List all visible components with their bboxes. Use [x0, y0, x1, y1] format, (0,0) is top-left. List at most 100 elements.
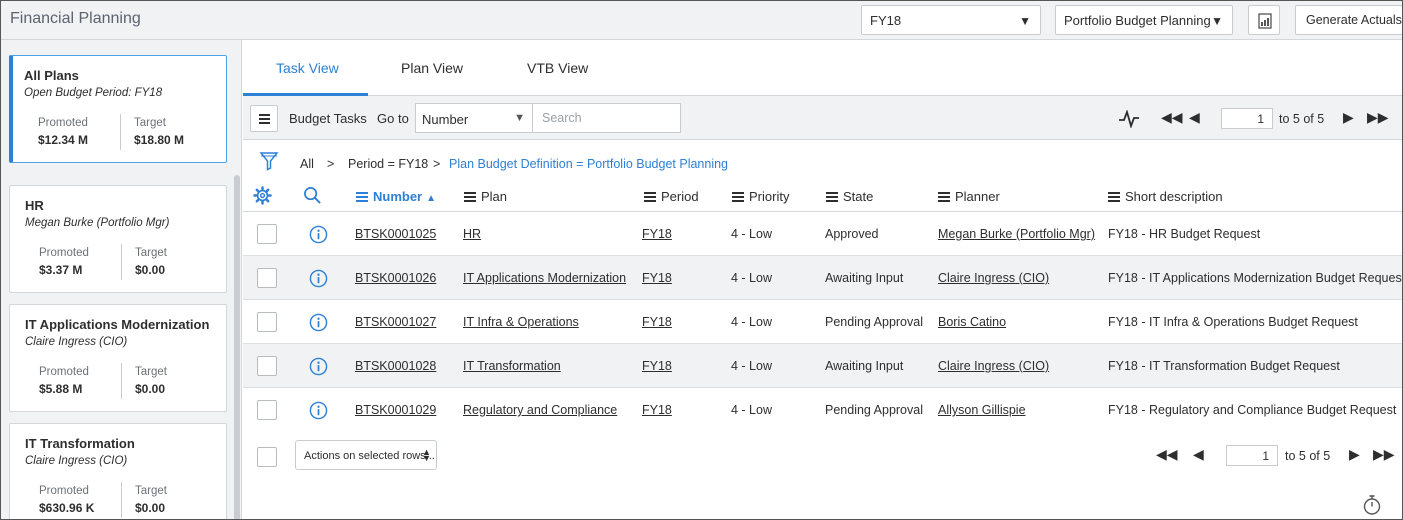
target-label: Target	[134, 117, 166, 129]
column-header-planner[interactable]: Planner	[938, 189, 1000, 204]
cell-state: Awaiting Input	[825, 271, 904, 285]
page-number-input[interactable]: 1	[1221, 108, 1273, 129]
caret-down-icon: ▼	[514, 112, 525, 124]
info-icon[interactable]	[309, 225, 328, 244]
actions-select[interactable]: Actions on selected rows... ▲ ▼	[295, 440, 437, 470]
first-page-icon[interactable]: ◀◀	[1156, 446, 1178, 463]
column-header-plan[interactable]: Plan	[464, 189, 507, 204]
cell-plan[interactable]: Regulatory and Compliance	[463, 403, 617, 417]
cell-planner[interactable]: Claire Ingress (CIO)	[938, 359, 1049, 373]
last-page-icon[interactable]: ▶▶	[1373, 446, 1395, 463]
card-divider	[120, 114, 121, 150]
stopwatch-icon[interactable]	[1362, 494, 1382, 516]
column-header-number[interactable]: Number ▲	[356, 189, 436, 204]
cell-planner[interactable]: Allyson Gillispie	[938, 403, 1026, 417]
table-row[interactable]: BTSK0001029 Regulatory and Compliance FY…	[243, 388, 1402, 432]
row-checkbox[interactable]	[257, 356, 277, 376]
column-header-period[interactable]: Period	[644, 189, 699, 204]
first-page-icon[interactable]: ◀◀	[1161, 109, 1183, 126]
target-label: Target	[135, 485, 167, 497]
table-row[interactable]: BTSK0001028 IT Transformation FY18 4 - L…	[243, 344, 1402, 388]
plan-card-it-transformation[interactable]: IT Transformation Claire Ingress (CIO) P…	[9, 423, 227, 519]
cell-period[interactable]: FY18	[642, 227, 672, 241]
previous-page-icon[interactable]: ◀	[1189, 109, 1200, 126]
cell-number[interactable]: BTSK0001028	[355, 359, 436, 373]
cell-planner[interactable]: Megan Burke (Portfolio Mgr)	[938, 227, 1095, 241]
plan-select[interactable]: Portfolio Budget Planning ▼	[1055, 5, 1233, 35]
breadcrumb-all[interactable]: All	[300, 157, 314, 171]
period-select[interactable]: FY18 ▼	[861, 5, 1041, 35]
cell-state: Pending Approval	[825, 403, 923, 417]
previous-page-icon[interactable]: ◀	[1193, 446, 1204, 463]
column-menu-icon	[644, 192, 656, 202]
table-header: Number ▲ Plan Period Priority State Plann…	[243, 178, 1402, 212]
plan-card-subtitle: Claire Ingress (CIO)	[25, 336, 128, 348]
cell-number[interactable]: BTSK0001027	[355, 315, 436, 329]
tab-plan-view[interactable]: Plan View	[401, 60, 463, 76]
search-input[interactable]	[533, 103, 681, 133]
promoted-label: Promoted	[39, 485, 89, 497]
sidebar-scrollbar[interactable]	[234, 175, 240, 519]
goto-field-select[interactable]: Number ▼	[415, 103, 533, 133]
report-button[interactable]	[1248, 5, 1280, 35]
table-row[interactable]: BTSK0001026 IT Applications Modernizatio…	[243, 256, 1402, 300]
info-icon[interactable]	[309, 357, 328, 376]
cell-plan[interactable]: IT Infra & Operations	[463, 315, 579, 329]
activity-stream-icon[interactable]	[1118, 110, 1140, 128]
column-header-state[interactable]: State	[826, 189, 873, 204]
cell-number[interactable]: BTSK0001026	[355, 271, 436, 285]
filter-icon[interactable]	[259, 151, 279, 171]
search-icon[interactable]	[303, 186, 322, 205]
table-row[interactable]: BTSK0001027 IT Infra & Operations FY18 4…	[243, 300, 1402, 344]
cell-state: Awaiting Input	[825, 359, 904, 373]
tab-task-view[interactable]: Task View	[276, 60, 339, 76]
column-menu-icon	[826, 192, 838, 202]
breadcrumb-separator: >	[327, 157, 335, 171]
tab-vtb-view[interactable]: VTB View	[527, 60, 588, 76]
table-row[interactable]: BTSK0001025 HR FY18 4 - Low Approved Meg…	[243, 212, 1402, 256]
plan-card-title: IT Applications Modernization	[25, 317, 210, 332]
breadcrumb-plan-definition[interactable]: Plan Budget Definition = Portfolio Budge…	[449, 157, 728, 171]
plan-card-hr[interactable]: HR Megan Burke (Portfolio Mgr) Promoted …	[9, 185, 227, 293]
promoted-value: $630.96 K	[39, 501, 95, 515]
column-header-short-description[interactable]: Short description	[1108, 189, 1223, 204]
app-title: Financial Planning	[10, 10, 141, 27]
page-number-input[interactable]: 1	[1226, 445, 1278, 466]
plan-card-title: All Plans	[24, 68, 79, 83]
breadcrumb-period[interactable]: Period = FY18	[348, 157, 428, 171]
cell-description: FY18 - IT Applications Modernization Bud…	[1108, 271, 1403, 285]
row-checkbox[interactable]	[257, 224, 277, 244]
cell-number[interactable]: BTSK0001029	[355, 403, 436, 417]
cell-number[interactable]: BTSK0001025	[355, 227, 436, 241]
plan-card-subtitle: Claire Ingress (CIO)	[25, 455, 128, 467]
cell-period[interactable]: FY18	[642, 359, 672, 373]
promoted-label: Promoted	[39, 247, 89, 259]
cell-plan[interactable]: HR	[463, 227, 481, 241]
cell-plan[interactable]: IT Applications Modernization	[463, 271, 626, 285]
info-icon[interactable]	[309, 401, 328, 420]
row-checkbox[interactable]	[257, 400, 277, 420]
list-menu-button[interactable]	[250, 105, 278, 132]
info-icon[interactable]	[309, 313, 328, 332]
cell-plan[interactable]: IT Transformation	[463, 359, 561, 373]
target-value: $0.00	[135, 501, 166, 515]
plan-card-it-applications-modernization[interactable]: IT Applications Modernization Claire Ing…	[9, 304, 227, 412]
info-icon[interactable]	[309, 269, 328, 288]
plan-card-title: IT Transformation	[25, 436, 135, 451]
card-divider	[121, 482, 122, 518]
cell-period[interactable]: FY18	[642, 315, 672, 329]
next-page-icon[interactable]: ▶	[1343, 109, 1354, 126]
gear-icon[interactable]	[253, 186, 272, 205]
cell-period[interactable]: FY18	[642, 271, 672, 285]
cell-planner[interactable]: Boris Catino	[938, 315, 1006, 329]
cell-planner[interactable]: Claire Ingress (CIO)	[938, 271, 1049, 285]
row-checkbox[interactable]	[257, 268, 277, 288]
cell-period[interactable]: FY18	[642, 403, 672, 417]
plan-card-all-plans[interactable]: All Plans Open Budget Period: FY18 Promo…	[9, 55, 227, 163]
next-page-icon[interactable]: ▶	[1349, 446, 1360, 463]
column-header-priority[interactable]: Priority	[732, 189, 789, 204]
row-checkbox[interactable]	[257, 312, 277, 332]
generate-actuals-button[interactable]: Generate Actuals	[1295, 5, 1402, 35]
select-all-checkbox[interactable]	[257, 447, 277, 467]
last-page-icon[interactable]: ▶▶	[1367, 109, 1389, 126]
